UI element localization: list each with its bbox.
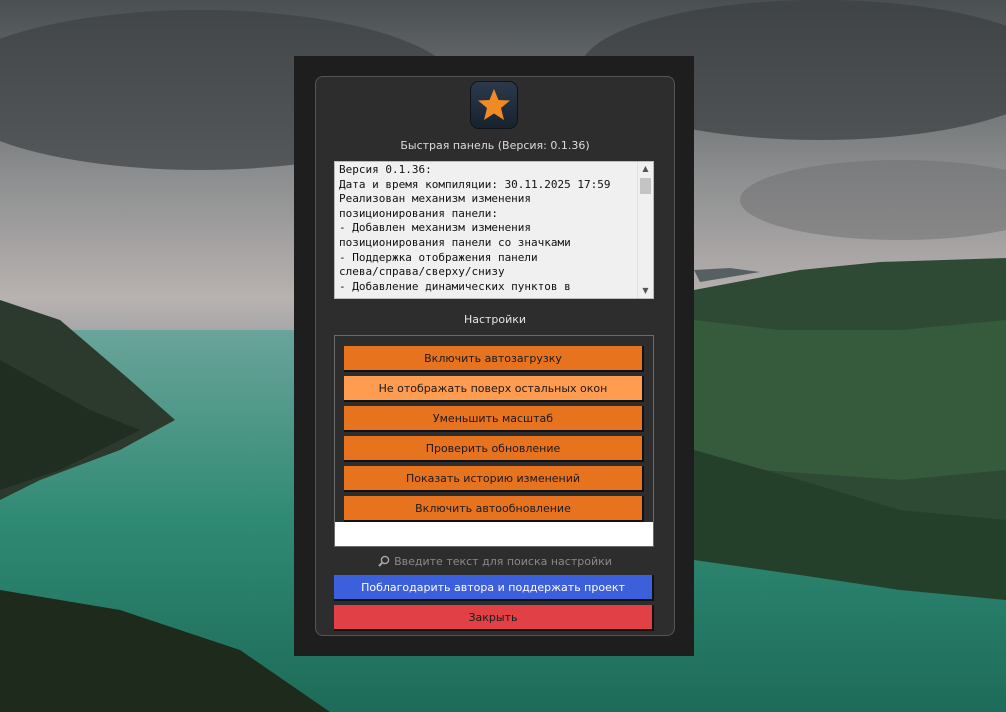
changelog-line: - Добавление динамических пунктов в [339, 279, 571, 293]
magnifier-icon [378, 555, 390, 570]
changelog-line: позиционирования панели со значками [339, 235, 571, 249]
close-button[interactable]: Закрыть [334, 605, 654, 631]
changelog-line: слева/справа/сверху/снизу [339, 265, 505, 279]
changelog-line: - Добавлен механизм изменения [339, 221, 532, 235]
changelog-line: Дата и время компиляции: 30.11.2025 17:5… [339, 177, 611, 191]
changelog-line: - Поддержка отображения панели [339, 250, 538, 264]
scroll-up-arrow-icon[interactable]: ▲ [638, 162, 653, 176]
settings-list-blank-area [335, 522, 653, 546]
zoom-out-button[interactable]: Уменьшить масштаб [344, 406, 644, 432]
settings-search[interactable]: Введите текст для поиска настройки [316, 555, 674, 570]
app-title: Быстрая панель (Версия: 0.1.36) [400, 139, 590, 152]
enable-autoupdate-button[interactable]: Включить автообновление [344, 496, 644, 522]
app-logo [471, 82, 517, 128]
quick-panel-window: Быстрая панель (Версия: 0.1.36) Версия 0… [294, 56, 694, 656]
search-placeholder: Введите текст для поиска настройки [394, 555, 612, 568]
settings-heading: Настройки [463, 313, 527, 326]
not-on-top-button[interactable]: Не отображать поверх остальных окон [344, 376, 644, 402]
changelog-textarea[interactable]: Версия 0.1.36: Дата и время компиляции: 3… [334, 161, 654, 299]
quick-panel: Быстрая панель (Версия: 0.1.36) Версия 0… [315, 76, 675, 636]
changelog-line: Версия 0.1.36: [339, 163, 432, 176]
settings-list: Включить автозагрузку Не отображать пове… [334, 335, 654, 547]
changelog-text: Версия 0.1.36: Дата и время компиляции: 3… [339, 163, 639, 294]
enable-autostart-button[interactable]: Включить автозагрузку [344, 346, 644, 372]
show-changelog-button[interactable]: Показать историю изменений [344, 466, 644, 492]
scrollbar-thumb[interactable] [640, 178, 651, 194]
support-author-button[interactable]: Поблагодарить автора и поддержать проект [334, 575, 654, 601]
scroll-down-arrow-icon[interactable]: ▼ [638, 284, 653, 298]
star-icon [478, 89, 510, 120]
changelog-scrollbar[interactable]: ▲ ▼ [637, 162, 653, 298]
changelog-line: Реализован механизм изменения [339, 192, 532, 206]
check-update-button[interactable]: Проверить обновление [344, 436, 644, 462]
changelog-line: позиционирования панели: [339, 206, 498, 220]
